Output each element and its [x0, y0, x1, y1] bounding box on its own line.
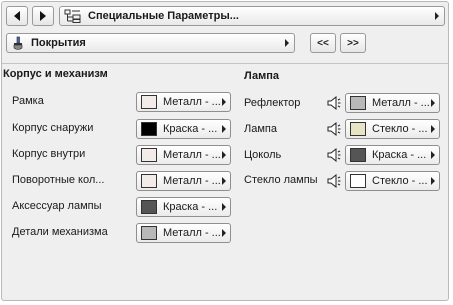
material-selector[interactable]: Краска - ... [136, 119, 231, 139]
page-dropdown-label: Покрытия [31, 37, 86, 49]
dropdown-arrow-icon [431, 99, 435, 107]
material-selector[interactable]: Металл - ... [136, 145, 231, 165]
right-section-title: Лампа [244, 70, 280, 82]
speaker-icon[interactable] [327, 148, 341, 162]
previous-page-button[interactable]: << [310, 33, 336, 53]
row-label: Рефлектор [244, 97, 301, 109]
material-selector[interactable]: Краска - ... [345, 145, 440, 165]
material-selector[interactable]: Стекло - ... [345, 119, 440, 139]
material-swatch [350, 96, 366, 110]
paint-brush-icon [13, 36, 23, 50]
forward-button[interactable] [32, 6, 54, 26]
previous-page-label: << [317, 37, 329, 49]
row-label: Стекло лампы [244, 174, 318, 186]
material-label: Стекло - ... [372, 123, 428, 135]
material-selector[interactable]: Краска - ... [136, 197, 231, 217]
forward-arrow-icon [40, 11, 46, 21]
material-swatch [141, 200, 157, 214]
material-swatch [141, 174, 157, 188]
material-swatch [141, 95, 157, 109]
material-label: Краска - ... [163, 201, 218, 213]
dropdown-arrow-icon [222, 98, 226, 106]
material-selector[interactable]: Металл - ... [136, 223, 231, 243]
page-dropdown[interactable]: Покрытия [6, 33, 295, 53]
material-label: Металл - ... [163, 149, 221, 161]
dropdown-arrow-icon [222, 229, 226, 237]
dropdown-arrow-icon [222, 177, 226, 185]
dropdown-arrow-icon [431, 125, 435, 133]
material-label: Металл - ... [163, 175, 221, 187]
next-page-button[interactable]: >> [340, 33, 366, 53]
material-label: Металл - ... [372, 97, 430, 109]
section-dropdown[interactable]: Специальные Параметры... [59, 6, 445, 26]
speaker-icon[interactable] [327, 96, 341, 110]
speaker-icon[interactable] [327, 174, 341, 188]
material-label: Краска - ... [372, 149, 427, 161]
row-label: Корпус внутри [12, 148, 86, 160]
left-section-title: Корпус и механизм [3, 68, 108, 80]
dropdown-arrow-icon [222, 151, 226, 159]
material-swatch [141, 122, 157, 136]
back-button[interactable] [6, 6, 28, 26]
material-selector[interactable]: Стекло - ... [345, 171, 440, 191]
material-label: Краска - ... [163, 123, 218, 135]
dropdown-arrow-icon [285, 39, 289, 47]
row-label: Поворотные кол... [12, 174, 105, 186]
row-label: Цоколь [244, 149, 282, 161]
material-swatch [350, 174, 366, 188]
tree-params-icon [64, 9, 81, 23]
row-label: Детали механизма [12, 226, 108, 238]
material-label: Металл - ... [163, 96, 221, 108]
material-selector[interactable]: Металл - ... [345, 93, 440, 113]
dropdown-arrow-icon [435, 12, 439, 20]
material-swatch [350, 122, 366, 136]
speaker-icon[interactable] [327, 122, 341, 136]
dropdown-arrow-icon [222, 203, 226, 211]
dropdown-arrow-icon [431, 177, 435, 185]
row-label: Аксессуар лампы [12, 200, 102, 212]
back-arrow-icon [14, 11, 20, 21]
header-separator [2, 63, 448, 64]
settings-panel: Специальные Параметры... Покрытия << >> … [1, 1, 449, 301]
material-swatch [350, 148, 366, 162]
next-page-label: >> [347, 37, 359, 49]
dropdown-arrow-icon [222, 125, 226, 133]
dropdown-arrow-icon [431, 151, 435, 159]
section-dropdown-label: Специальные Параметры... [88, 10, 239, 22]
material-selector[interactable]: Металл - ... [136, 171, 231, 191]
material-label: Стекло - ... [372, 175, 428, 187]
material-selector[interactable]: Металл - ... [136, 92, 231, 112]
row-label: Лампа [244, 123, 277, 135]
material-swatch [141, 148, 157, 162]
row-label: Рамка [12, 95, 44, 107]
row-label: Корпус снаружи [12, 122, 94, 134]
material-label: Металл - ... [163, 227, 221, 239]
material-swatch [141, 226, 157, 240]
